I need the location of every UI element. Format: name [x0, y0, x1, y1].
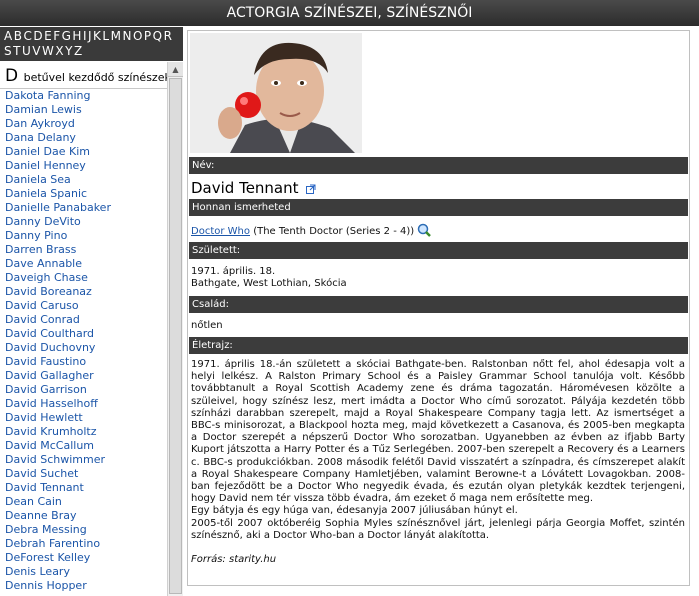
actor-list-item[interactable]: Dana Delany	[0, 131, 166, 145]
letter-link-g[interactable]: G	[62, 29, 72, 44]
born-place: Bathgate, West Lothian, Skócia	[191, 278, 347, 289]
letter-link-w[interactable]: W	[42, 44, 54, 59]
letter-link-o[interactable]: O	[133, 29, 143, 44]
actor-list-panel: D betűvel kezdődő színészek Dakota Fanni…	[0, 62, 183, 596]
letter-link-r[interactable]: R	[164, 29, 173, 44]
profile-panel: Név: David Tennant Honnan ismerheted Doc…	[187, 30, 690, 586]
actor-name: David Tennant	[191, 179, 299, 197]
letter-link-n[interactable]: N	[122, 29, 131, 44]
bio-paragraph: 1971. április 18.-án született a skóciai…	[191, 359, 685, 505]
actor-list-item[interactable]: David McCallum	[0, 439, 166, 453]
actor-list-item[interactable]: Denis Leary	[0, 565, 166, 579]
born-date: 1971. április. 18.	[191, 266, 276, 277]
name-label-bar: Név:	[189, 157, 688, 174]
letter-link-s[interactable]: S	[4, 44, 12, 59]
actor-list-item[interactable]: Dakota Fanning	[0, 89, 166, 103]
actor-list-item[interactable]: Dave Annable	[0, 257, 166, 271]
letter-link-j[interactable]: J	[88, 29, 92, 44]
actor-list-item[interactable]: David Krumholtz	[0, 425, 166, 439]
actor-list-item[interactable]: Danny DeVito	[0, 215, 166, 229]
actor-list-item[interactable]: Daniel Henney	[0, 159, 166, 173]
actor-list-item[interactable]: David Tennant	[0, 481, 166, 495]
actor-list-item[interactable]: Debra Messing	[0, 523, 166, 537]
known-from-link[interactable]: Doctor Who	[191, 226, 250, 237]
list-header-text: betűvel kezdődő színészek	[23, 71, 171, 84]
letter-link-t[interactable]: T	[13, 44, 21, 59]
letter-link-c[interactable]: C	[23, 29, 32, 44]
scroll-thumb[interactable]	[169, 78, 182, 594]
letter-link-q[interactable]: Q	[153, 29, 163, 44]
list-header-letter: D	[5, 66, 19, 86]
letter-link-h[interactable]: H	[72, 29, 82, 44]
letter-link-i[interactable]: I	[83, 29, 87, 44]
actor-list-item[interactable]: David Caruso	[0, 299, 166, 313]
letter-link-p[interactable]: P	[144, 29, 152, 44]
letter-link-k[interactable]: K	[93, 29, 101, 44]
actor-list-item[interactable]: Daniel Dae Kim	[0, 145, 166, 159]
actor-list-item[interactable]: David Duchovny	[0, 341, 166, 355]
actor-photo	[190, 33, 362, 153]
actor-name-row: David Tennant	[191, 179, 316, 198]
actor-list-item[interactable]: David Hewlett	[0, 411, 166, 425]
letter-link-d[interactable]: D	[33, 29, 43, 44]
known-from-row: Doctor Who (The Tenth Doctor (Series 2 -…	[191, 223, 432, 241]
actor-list-item[interactable]: Daniela Sea	[0, 173, 166, 187]
actor-list-item[interactable]: Dan Aykroyd	[0, 117, 166, 131]
actor-list-item[interactable]: David Schwimmer	[0, 453, 166, 467]
letter-link-m[interactable]: M	[111, 29, 122, 44]
magnifier-icon[interactable]	[417, 223, 432, 241]
actor-photo-image	[190, 33, 362, 153]
bio-source: Forrás: starity.hu	[191, 554, 277, 566]
actor-list-item[interactable]: Damian Lewis	[0, 103, 166, 117]
actor-list-item[interactable]: Daveigh Chase	[0, 271, 166, 285]
actor-list-item[interactable]: Debrah Farentino	[0, 537, 166, 551]
letter-link-z[interactable]: Z	[74, 44, 83, 59]
bio-paragraph: Egy bátyja és egy húga van, édesanyja 20…	[191, 505, 518, 517]
actor-list-item[interactable]: Dennis Hopper	[0, 579, 166, 593]
born-label-bar: Született:	[189, 242, 688, 259]
actor-list-item[interactable]: Deanne Bray	[0, 509, 166, 523]
biography: 1971. április 18.-án született a skóciai…	[191, 359, 685, 566]
family-status: nőtlen	[191, 320, 223, 331]
actor-list-item[interactable]: David Hasselhoff	[0, 397, 166, 411]
letter-link-l[interactable]: L	[102, 29, 109, 44]
actor-list-item[interactable]: Danny Pino	[0, 229, 166, 243]
letter-link-u[interactable]: U	[22, 44, 31, 59]
actor-list-item[interactable]: Darren Brass	[0, 243, 166, 257]
actor-list-item[interactable]: Daniela Spanic	[0, 187, 166, 201]
letter-link-x[interactable]: X	[55, 44, 64, 59]
list-header: D betűvel kezdődő színészek	[0, 62, 171, 89]
scroll-up-arrow-icon[interactable]: ▲	[168, 62, 183, 77]
page-title: ACTORGIA SZÍNÉSZEI, SZÍNÉSZNŐI	[0, 0, 699, 26]
actor-list-item[interactable]: Danielle Panabaker	[0, 201, 166, 215]
letter-link-e[interactable]: E	[44, 29, 52, 44]
actor-list-item[interactable]: David Boreanaz	[0, 285, 166, 299]
actor-list-item[interactable]: David Conrad	[0, 313, 166, 327]
known-from-detail: (The Tenth Doctor (Series 2 - 4))	[253, 226, 415, 237]
external-link-icon[interactable]	[305, 184, 316, 198]
actor-list-item[interactable]: David Faustino	[0, 355, 166, 369]
actor-list: Dakota Fanning Damian Lewis Dan Aykroyd Dan…	[0, 89, 166, 593]
actor-list-item[interactable]: David Coulthard	[0, 327, 166, 341]
letter-link-a[interactable]: A	[4, 29, 13, 44]
letter-link-f[interactable]: F	[53, 29, 60, 44]
actor-list-item[interactable]: DeForest Kelley	[0, 551, 166, 565]
bio-paragraph: 2005-től 2007 októberéig Sophia Myles sz…	[191, 517, 685, 541]
actor-list-item[interactable]: David Garrison	[0, 383, 166, 397]
bio-label-bar: Életrajz:	[189, 337, 688, 354]
actor-list-item[interactable]: Dean Cain	[0, 495, 166, 509]
letter-link-y[interactable]: Y	[65, 44, 73, 59]
alphabet-nav: ABCDEFGHIJKLMNOPQR STUVWXYZ	[0, 27, 183, 61]
family-label-bar: Család:	[189, 296, 688, 313]
letter-link-b[interactable]: B	[14, 29, 23, 44]
list-scrollbar[interactable]: ▲	[167, 62, 183, 596]
actor-list-item[interactable]: David Suchet	[0, 467, 166, 481]
actor-list-item[interactable]: David Gallagher	[0, 369, 166, 383]
letter-link-v[interactable]: V	[32, 44, 41, 59]
known-from-label-bar: Honnan ismerheted	[189, 199, 688, 216]
